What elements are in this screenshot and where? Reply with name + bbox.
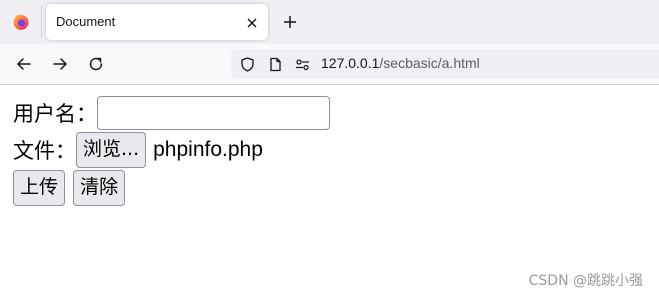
url-path: /secbasic/a.html [379,55,480,71]
arrow-left-icon[interactable] [15,55,33,73]
username-input[interactable] [97,96,330,130]
tab-document[interactable]: Document [46,4,268,40]
tab-bar: Document [0,0,659,44]
url-text[interactable]: 127.0.0.1/secbasic/a.html [321,55,480,71]
arrow-right-icon[interactable] [51,55,69,73]
clear-button[interactable]: 清除 [73,170,126,206]
upload-button[interactable]: 上传 [13,170,66,206]
reload-icon[interactable] [87,55,105,73]
address-bar[interactable]: 127.0.0.1/secbasic/a.html [231,49,659,79]
browse-button[interactable]: 浏览... [76,132,147,168]
file-label: 文件： [13,139,76,163]
file-row: 文件： 浏览... phpinfo.php [13,132,263,168]
plus-icon[interactable] [281,13,299,31]
tab-separator [41,6,42,38]
close-icon[interactable] [245,15,259,29]
url-host: 127.0.0.1 [321,55,380,71]
page-content: 用户名： 文件： 浏览... phpinfo.php 上传 清除 CSDN @跳跳小… [0,86,659,298]
username-label: 用户名： [13,102,97,126]
firefox-icon[interactable] [12,13,30,31]
navigation-toolbar: 127.0.0.1/secbasic/a.html [0,44,659,85]
selected-file-name: phpinfo.php [153,138,263,161]
page-icon[interactable] [268,57,283,72]
shield-icon[interactable] [240,57,255,72]
tab-title: Document [56,14,116,29]
action-row: 上传 清除 [13,170,126,206]
permissions-icon[interactable] [295,57,310,72]
watermark: CSDN @跳跳小强 [528,273,643,289]
username-row: 用户名： [13,96,330,130]
